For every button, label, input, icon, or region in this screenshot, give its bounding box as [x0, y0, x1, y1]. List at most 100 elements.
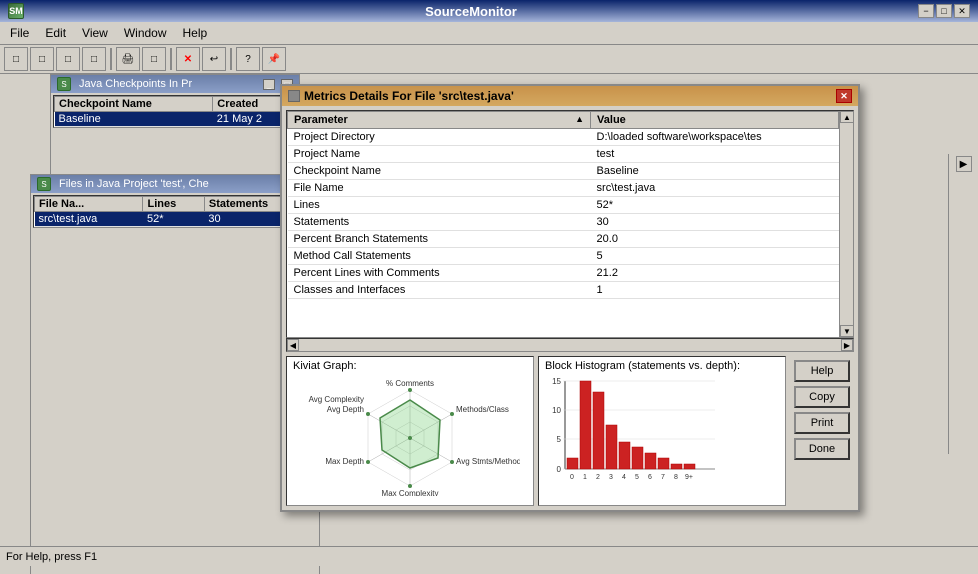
table-row[interactable]: Project DirectoryD:\loaded software\work…: [288, 129, 839, 146]
svg-text:15: 15: [552, 377, 561, 386]
checkpoint-name-cell: Baseline: [55, 112, 213, 127]
metrics-param-cell: File Name: [288, 180, 591, 197]
print-button[interactable]: Print: [794, 412, 850, 434]
main-content: S Java Checkpoints In Pr _ □ Checkpoint …: [0, 74, 978, 574]
metrics-col-value[interactable]: Value: [591, 112, 839, 129]
menu-help[interactable]: Help: [177, 24, 214, 42]
metrics-param-cell: Classes and Interfaces: [288, 282, 591, 299]
metrics-param-cell: Percent Lines with Comments: [288, 265, 591, 282]
app-title: SourceMonitor: [24, 4, 918, 19]
col-checkpoint-name[interactable]: Checkpoint Name: [55, 97, 213, 112]
table-row[interactable]: Statements30: [288, 214, 839, 231]
help-button[interactable]: Help: [794, 360, 850, 382]
table-row[interactable]: Percent Lines with Comments21.2: [288, 265, 839, 282]
java-checkpoints-min[interactable]: _: [263, 79, 275, 90]
svg-text:Methods/Class: Methods/Class: [456, 405, 509, 414]
java-checkpoints-title: Java Checkpoints In Pr: [79, 78, 257, 90]
col-file[interactable]: File Na...: [35, 197, 143, 212]
histogram-area: Block Histogram (statements vs. depth): …: [538, 356, 786, 506]
metrics-value-cell: 5: [591, 248, 839, 265]
table-row[interactable]: Method Call Statements5: [288, 248, 839, 265]
svg-text:9+: 9+: [685, 474, 693, 481]
metrics-col-parameter[interactable]: Parameter ▲: [288, 112, 591, 129]
metrics-param-cell: Checkpoint Name: [288, 163, 591, 180]
table-row[interactable]: Percent Branch Statements20.0: [288, 231, 839, 248]
toolbar: □ □ □ □ 🖨 □ ✕ ↩ ? 📌: [0, 45, 978, 74]
files-table-area: File Na... Lines Statements src\test.jav…: [33, 195, 317, 228]
toolbar-folder[interactable]: □: [82, 47, 106, 71]
metrics-value-cell: 21.2: [591, 265, 839, 282]
metrics-hscrollbar: ◀ ▶: [286, 338, 854, 352]
col-lines[interactable]: Lines: [143, 197, 204, 212]
right-panel: ▶: [948, 154, 978, 454]
kiviat-title: Kiviat Graph:: [289, 359, 531, 373]
menu-edit[interactable]: Edit: [39, 24, 72, 42]
minimize-button[interactable]: −: [918, 4, 934, 18]
metrics-param-cell: Method Call Statements: [288, 248, 591, 265]
table-row[interactable]: Baseline 21 May 2: [55, 112, 296, 127]
metrics-table-scroll[interactable]: Parameter ▲ Value Project DirectoryD:\lo…: [287, 111, 853, 337]
action-buttons: Help Copy Print Done: [790, 356, 854, 506]
right-panel-expand[interactable]: ▶: [956, 156, 972, 172]
svg-text:Avg Complexity: Avg Complexity: [309, 395, 364, 404]
menu-bar: File Edit View Window Help: [0, 22, 978, 45]
toolbar-sep1: [110, 48, 112, 70]
svg-text:Max Complexity: Max Complexity: [382, 489, 439, 496]
svg-text:Max Depth: Max Depth: [325, 457, 364, 466]
toolbar-print[interactable]: 🖨: [116, 47, 140, 71]
table-row[interactable]: Project Nametest: [288, 146, 839, 163]
table-row[interactable]: File Namesrc\test.java: [288, 180, 839, 197]
hscroll-left[interactable]: ◀: [287, 339, 299, 351]
restore-button[interactable]: □: [936, 4, 952, 18]
hscroll-right[interactable]: ▶: [841, 339, 853, 351]
toolbar-cancel[interactable]: ✕: [176, 47, 200, 71]
toolbar-open[interactable]: □: [30, 47, 54, 71]
metrics-titlebar: Metrics Details For File 'src\test.java'…: [282, 86, 858, 106]
toolbar-new[interactable]: □: [4, 47, 28, 71]
done-button[interactable]: Done: [794, 438, 850, 460]
toolbar-undo[interactable]: ↩: [202, 47, 226, 71]
kiviat-graph: % Comments Methods/Class Avg Stmts/Metho…: [289, 373, 531, 498]
table-row[interactable]: Checkpoint NameBaseline: [288, 163, 839, 180]
metrics-value-cell: test: [591, 146, 839, 163]
title-bar: SM SourceMonitor − □ ✕: [0, 0, 978, 22]
copy-button[interactable]: Copy: [794, 386, 850, 408]
files-title: Files in Java Project 'test', Che: [59, 178, 277, 190]
metrics-param-cell: Statements: [288, 214, 591, 231]
menu-window[interactable]: Window: [118, 24, 173, 42]
toolbar-help[interactable]: ?: [236, 47, 260, 71]
toolbar-save[interactable]: □: [56, 47, 80, 71]
toolbar-sep3: [230, 48, 232, 70]
toolbar-sep2: [170, 48, 172, 70]
histogram-graph: 15 10 5 0: [541, 373, 783, 498]
table-row[interactable]: Lines52*: [288, 197, 839, 214]
svg-text:8: 8: [674, 474, 678, 481]
file-cell: src\test.java: [35, 212, 143, 227]
svg-text:6: 6: [648, 474, 652, 481]
table-row[interactable]: Classes and Interfaces1: [288, 282, 839, 299]
vscroll-down[interactable]: ▼: [840, 325, 854, 337]
metrics-dialog: Metrics Details For File 'src\test.java'…: [280, 84, 860, 512]
vscroll-up[interactable]: ▲: [840, 111, 854, 123]
metrics-vscrollbar: ▲ ▼: [839, 111, 853, 337]
svg-text:7: 7: [661, 474, 665, 481]
histogram-title: Block Histogram (statements vs. depth):: [541, 359, 783, 373]
metrics-close-button[interactable]: ✕: [836, 89, 852, 103]
metrics-value-cell: 52*: [591, 197, 839, 214]
menu-file[interactable]: File: [4, 24, 35, 42]
svg-text:5: 5: [557, 435, 562, 444]
files-window: S Files in Java Project 'test', Che _ □ …: [30, 174, 320, 574]
menu-view[interactable]: View: [76, 24, 114, 42]
svg-text:0: 0: [570, 474, 574, 481]
close-button[interactable]: ✕: [954, 4, 970, 18]
toolbar-pin[interactable]: 📌: [262, 47, 286, 71]
svg-text:2: 2: [596, 474, 600, 481]
table-row[interactable]: src\test.java 52* 30: [35, 212, 316, 227]
java-checkpoints-icon: S: [57, 77, 71, 91]
app-icon: SM: [8, 3, 24, 19]
metrics-value-cell: 30: [591, 214, 839, 231]
toolbar-print2[interactable]: □: [142, 47, 166, 71]
files-table: File Na... Lines Statements src\test.jav…: [34, 196, 316, 227]
svg-text:4: 4: [622, 474, 626, 481]
lines-cell: 52*: [143, 212, 204, 227]
